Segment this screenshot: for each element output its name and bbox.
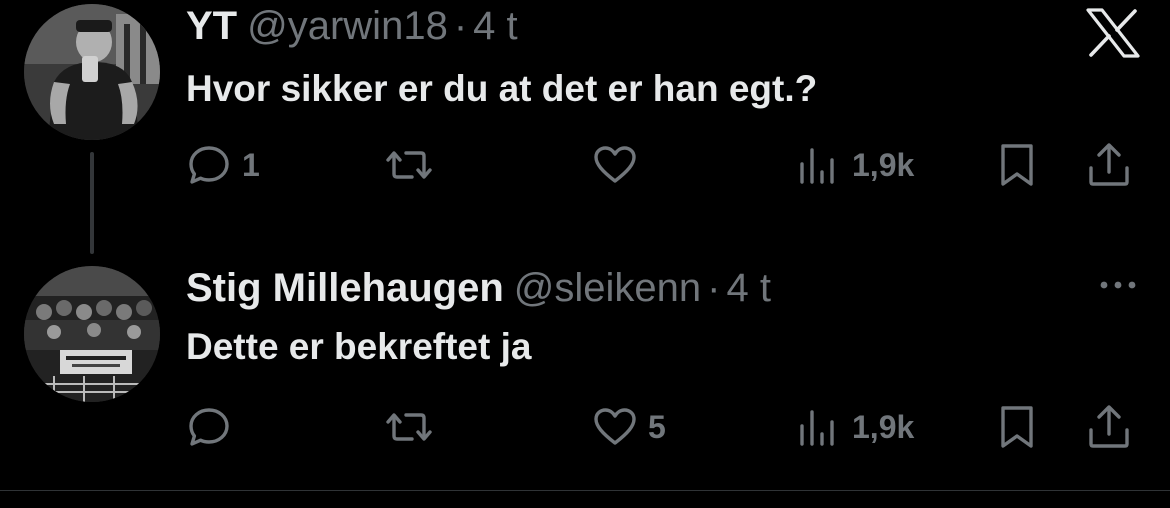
views-icon: [800, 410, 834, 446]
views-count: 1,9k: [852, 146, 915, 183]
tweet-text: Hvor sikker er du at det er han egt.?: [186, 68, 818, 109]
tweet-text: Dette er bekreftet ja: [186, 326, 532, 367]
bookmark-icon: [1001, 144, 1033, 186]
bookmark-button[interactable]: [994, 140, 1040, 190]
user-handle[interactable]: @sleikenn: [514, 266, 701, 310]
retweet-icon: [386, 413, 432, 441]
divider: [0, 490, 1170, 491]
retweet-button[interactable]: [386, 140, 442, 190]
tweet-1[interactable]: YT @yarwin18 · 4 t Hvor sikker er du at det…: [0, 0, 1170, 250]
tweet-header: Stig Millehaugen @sleikenn · 4 t: [186, 264, 771, 312]
thread-connector-line: [90, 152, 94, 254]
share-button[interactable]: [1086, 140, 1132, 190]
reply-button[interactable]: [186, 402, 242, 452]
retweet-icon: [386, 151, 432, 179]
timestamp[interactable]: 4 t: [473, 4, 517, 48]
reply-count: 1: [242, 146, 260, 183]
timestamp[interactable]: 4 t: [727, 266, 771, 310]
reply-icon: [189, 408, 229, 446]
avatar[interactable]: [24, 266, 160, 402]
reply-button[interactable]: 1: [186, 140, 260, 190]
like-count: 5: [648, 408, 666, 445]
like-button[interactable]: 5: [592, 402, 666, 452]
action-bar: 1 1,9k: [186, 140, 1146, 190]
tweet-2[interactable]: Stig Millehaugen @sleikenn · 4 t Dette er b…: [0, 250, 1170, 490]
action-bar: 5 1,9k: [186, 402, 1146, 452]
heart-icon: [594, 146, 636, 183]
tweet-header: YT @yarwin18 · 4 t: [186, 2, 518, 50]
more-dots-icon[interactable]: [1096, 270, 1140, 300]
reply-icon: [189, 146, 229, 184]
views-button[interactable]: 1,9k: [796, 402, 914, 452]
separator-dot: ·: [707, 266, 721, 310]
views-icon: [800, 148, 834, 184]
user-handle[interactable]: @yarwin18: [247, 4, 448, 48]
views-button[interactable]: 1,9k: [796, 140, 914, 190]
like-button[interactable]: [592, 140, 648, 190]
share-button[interactable]: [1086, 402, 1132, 452]
avatar[interactable]: [24, 4, 160, 140]
share-icon: [1089, 143, 1129, 186]
retweet-button[interactable]: [386, 402, 442, 452]
bookmark-icon: [1001, 406, 1033, 448]
gym-selfie-avatar-icon: [24, 4, 160, 140]
views-count: 1,9k: [852, 408, 915, 445]
display-name[interactable]: Stig Millehaugen: [186, 266, 504, 310]
crowd-banner-avatar-icon: [24, 266, 160, 402]
display-name[interactable]: YT: [186, 4, 237, 48]
heart-icon: [594, 408, 636, 445]
share-icon: [1089, 405, 1129, 448]
bookmark-button[interactable]: [994, 402, 1040, 452]
separator-dot: ·: [453, 4, 468, 48]
